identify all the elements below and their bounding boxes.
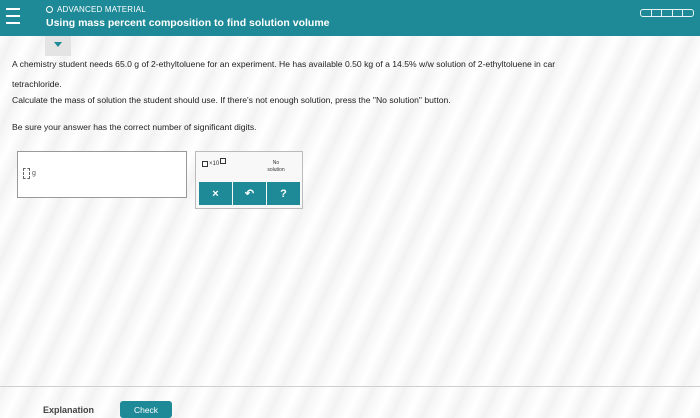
help-button[interactable]: ? (267, 182, 300, 205)
tool-panel: ×10 No solution × ↶ ? (195, 151, 303, 209)
sci-label: ×10 (209, 161, 220, 167)
topic-tag: ADVANCED MATERIAL (46, 5, 146, 14)
circle-icon (46, 6, 53, 13)
collapse-chevron-icon[interactable] (45, 36, 71, 56)
square-icon (202, 161, 208, 167)
exponent-square-icon (220, 158, 227, 164)
page-title: Using mass percent composition to find s… (46, 17, 330, 29)
progress-indicator (640, 9, 694, 17)
topic-tag-label: ADVANCED MATERIAL (57, 5, 146, 14)
scientific-notation-button[interactable]: ×10 (202, 158, 227, 167)
footer-divider (0, 386, 700, 387)
input-cursor-icon (23, 168, 30, 179)
problem-line-2: tetrachloride. (12, 79, 62, 89)
problem-line-4: Be sure your answer has the correct numb… (12, 122, 257, 132)
action-buttons: × ↶ ? (199, 182, 300, 205)
no-solution-label-2: solution (267, 167, 285, 173)
explanation-button[interactable]: Explanation (43, 405, 94, 415)
problem-line-1: A chemistry student needs 65.0 g of 2-et… (12, 59, 556, 69)
problem-line-3: Calculate the mass of solution the stude… (12, 95, 451, 105)
undo-button[interactable]: ↶ (233, 182, 266, 205)
header-bar: ADVANCED MATERIAL Using mass percent com… (0, 0, 700, 36)
clear-button[interactable]: × (199, 182, 232, 205)
answer-input[interactable]: g (17, 151, 187, 198)
check-button[interactable]: Check (120, 401, 172, 418)
no-solution-button[interactable]: No solution (254, 160, 298, 174)
unit-label: g (32, 170, 36, 177)
hamburger-menu-icon[interactable] (6, 8, 20, 24)
no-solution-label-1: No (272, 160, 280, 166)
